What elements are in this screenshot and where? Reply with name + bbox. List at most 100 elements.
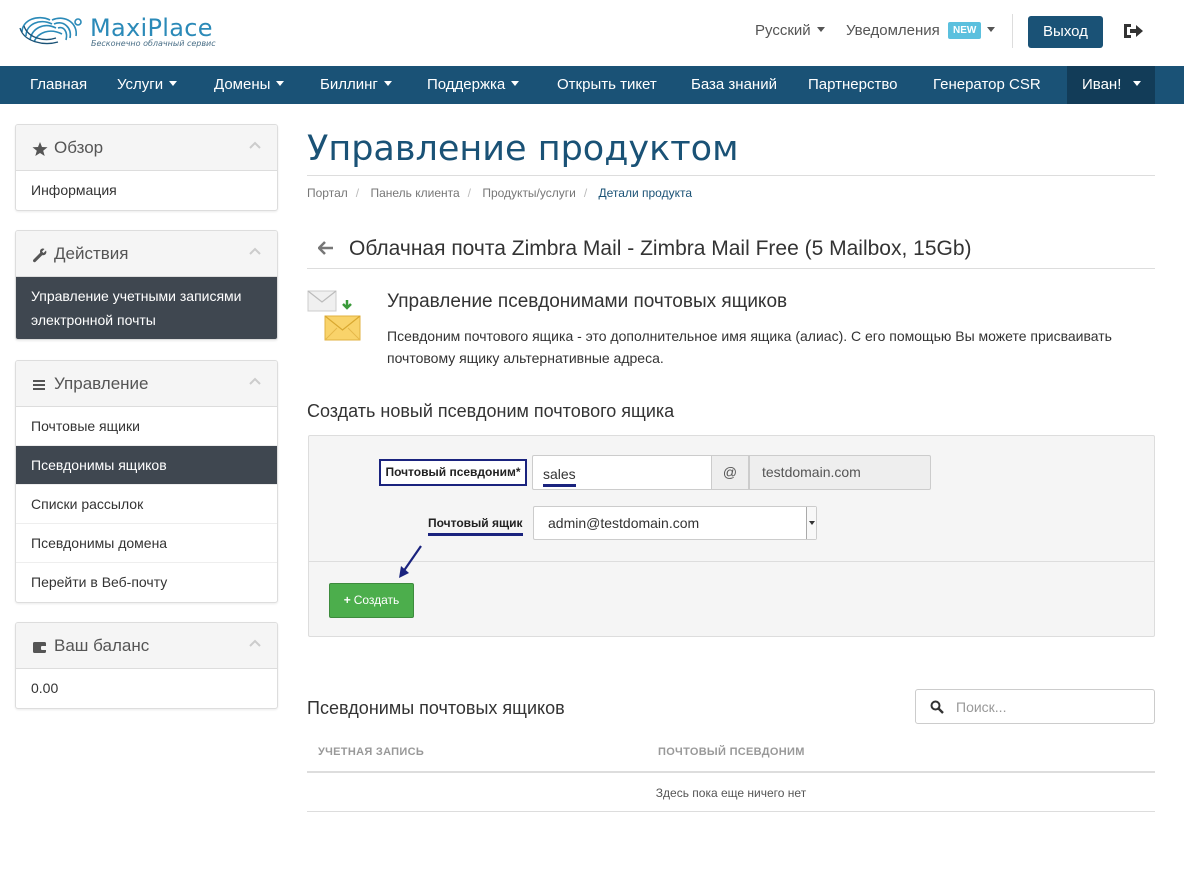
manage-panel: Управление Почтовые ящики Псевдонимы ящи…: [15, 360, 278, 603]
create-alias-form: Почтовый псевдоним* sales @ testdomain.c…: [308, 435, 1155, 637]
balance-value: 0.00: [31, 680, 59, 696]
column-header-alias[interactable]: ПОЧТОВЫЙ ПСЕВДОНИМ: [658, 746, 805, 758]
product-title: Облачная почта Zimbra Mail - Zimbra Mail…: [349, 237, 972, 260]
chevron-up-icon[interactable]: [249, 246, 261, 258]
create-button-label: Создать: [353, 593, 400, 607]
email-alias-icon: [307, 290, 361, 341]
logo-swirl-icon: [19, 16, 82, 45]
wallet-icon: [33, 642, 47, 653]
search-input[interactable]: Поиск...: [915, 689, 1155, 724]
actions-panel: Действия Управление учетными записями эл…: [15, 230, 278, 340]
balance-panel-header[interactable]: Ваш баланс: [16, 623, 277, 669]
nav-csr-generator-label: Генератор CSR: [933, 76, 1041, 93]
nav-affiliates-label: Партнерство: [808, 76, 898, 93]
nav-services-label: Услуги: [117, 76, 164, 93]
new-badge: NEW: [947, 22, 982, 39]
table-header-divider: [307, 771, 1155, 773]
sidebar-item-manage-email-accounts[interactable]: Управление учетными записями электронной…: [16, 277, 277, 339]
nav-knowledgebase-label: База знаний: [691, 76, 777, 93]
list-icon: [33, 380, 45, 390]
breadcrumb-separator: /: [467, 186, 471, 200]
breadcrumb-portal[interactable]: Портал: [307, 186, 348, 200]
notifications-dropdown[interactable]: Уведомления NEW: [846, 22, 996, 39]
nav-csr-generator[interactable]: Генератор CSR: [933, 66, 1041, 104]
product-divider: [307, 268, 1155, 269]
select-arrow-icon[interactable]: [806, 507, 816, 539]
notifications-label: Уведомления: [846, 22, 940, 39]
aliases-list-heading: Псевдонимы почтовых ящиков: [307, 698, 565, 718]
create-alias-heading: Создать новый псевдоним почтового ящика: [307, 401, 675, 421]
wrench-icon: [32, 248, 47, 263]
arrow-left-icon[interactable]: [318, 241, 334, 255]
breadcrumb-separator: /: [355, 186, 360, 200]
nav-domains-label: Домены: [214, 76, 271, 93]
balance-panel: Ваш баланс 0.00: [15, 622, 278, 709]
breadcrumb-client-area[interactable]: Панель клиента: [370, 186, 459, 200]
chevron-up-icon[interactable]: [249, 376, 261, 388]
pointer-arrow-icon: [399, 545, 422, 578]
manage-title: Управление: [54, 374, 149, 393]
sign-out-icon[interactable]: [1122, 22, 1144, 40]
create-alias-button[interactable]: + Создать: [329, 583, 414, 618]
caret-down-icon: [276, 81, 285, 86]
nav-services[interactable]: Услуги: [117, 66, 178, 104]
nav-user-label: Иван!: [1082, 76, 1122, 93]
top-header: MaxiPlace Бесконечно облачный сервис Рус…: [0, 0, 1184, 66]
title-divider: [307, 175, 1155, 176]
sidebar-item-domain-aliases[interactable]: Псевдонимы домена: [16, 524, 277, 563]
caret-down-icon: [1133, 81, 1142, 86]
overview-panel-header[interactable]: Обзор: [16, 125, 277, 171]
maxiplace-logo[interactable]: MaxiPlace Бесконечно облачный сервис: [18, 12, 216, 52]
language-label: Русский: [755, 22, 811, 39]
caret-down-icon: [169, 81, 178, 86]
nav-knowledgebase[interactable]: База знаний: [691, 66, 777, 104]
caret-down-icon: [816, 27, 825, 32]
mailbox-select[interactable]: admin@testdomain.com: [533, 506, 817, 540]
sidebar-item-information[interactable]: Информация: [16, 171, 277, 210]
logout-button[interactable]: Выход: [1028, 16, 1103, 48]
balance-title: Ваш баланс: [54, 636, 150, 655]
alias-input[interactable]: sales: [532, 455, 712, 490]
nav-home[interactable]: Главная: [30, 66, 87, 104]
language-dropdown[interactable]: Русский: [755, 22, 825, 39]
nav-affiliates[interactable]: Партнерство: [808, 66, 898, 104]
logo-title: MaxiPlace: [90, 14, 213, 42]
mailbox-select-value: admin@testdomain.com: [548, 515, 700, 531]
manage-panel-header[interactable]: Управление: [16, 361, 277, 407]
chevron-up-icon[interactable]: [249, 140, 261, 152]
table-row-divider: [307, 811, 1155, 812]
chevron-up-icon[interactable]: [249, 638, 261, 650]
sidebar-item-mailboxes[interactable]: Почтовые ящики: [16, 407, 277, 446]
nav-support[interactable]: Поддержка: [427, 66, 520, 104]
logo-subtitle: Бесконечно облачный сервис: [91, 39, 216, 48]
mailbox-label-underline: [428, 533, 523, 536]
nav-open-ticket-label: Открыть тикет: [557, 76, 657, 93]
column-header-account[interactable]: УЧЕТНАЯ ЗАПИСЬ: [318, 746, 424, 758]
at-sign-addon: @: [711, 455, 749, 490]
breadcrumb-separator: /: [583, 186, 588, 200]
actions-panel-header[interactable]: Действия: [16, 231, 277, 277]
alias-description: Псевдоним почтового ящика - это дополнит…: [387, 328, 1112, 366]
breadcrumb: Портал / Панель клиента / Продукты/услуги /…: [307, 186, 692, 200]
form-divider: [309, 561, 1154, 562]
breadcrumb-products[interactable]: Продукты/услуги: [482, 186, 576, 200]
nav-billing[interactable]: Биллинг: [320, 66, 392, 104]
caret-down-icon: [383, 81, 392, 86]
actions-title: Действия: [54, 244, 129, 263]
alias-input-value: sales: [543, 466, 576, 482]
plus-icon: +: [343, 593, 351, 607]
nav-support-label: Поддержка: [427, 76, 506, 93]
sidebar-item-webmail[interactable]: Перейти в Веб-почту: [16, 563, 277, 602]
nav-billing-label: Биллинг: [320, 76, 378, 93]
overview-panel: Обзор Информация: [15, 124, 278, 211]
alias-highlight-underline: [543, 484, 576, 487]
nav-open-ticket[interactable]: Открыть тикет: [557, 66, 657, 104]
mailbox-field-label: Почтовый ящик: [428, 516, 523, 530]
search-icon: [930, 700, 944, 714]
sidebar-item-mailing-lists[interactable]: Списки рассылок: [16, 485, 277, 524]
nav-user-menu[interactable]: Иван!: [1067, 66, 1155, 104]
overview-title: Обзор: [54, 138, 104, 157]
alias-field-label: Почтовый псевдоним*: [379, 459, 527, 486]
sidebar-item-mailbox-aliases[interactable]: Псевдонимы ящиков: [16, 446, 277, 485]
nav-domains[interactable]: Домены: [214, 66, 285, 104]
